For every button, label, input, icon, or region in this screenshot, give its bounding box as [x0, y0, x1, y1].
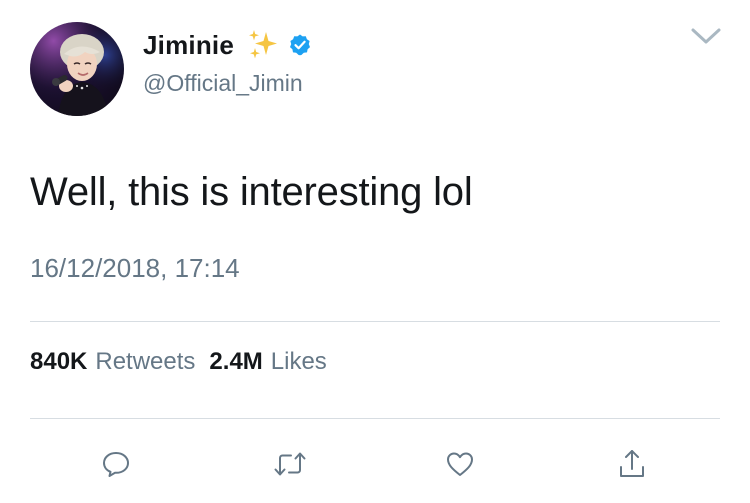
divider [30, 321, 720, 322]
name-row: Jiminie [143, 28, 312, 62]
action-bar [0, 440, 750, 490]
tweet-text: Well, this is interesting lol [30, 170, 473, 214]
heart-icon [447, 452, 473, 476]
retweets-label: Retweets [95, 348, 196, 375]
retweets-count: 840K [30, 348, 88, 375]
tweet-stats: 840K Retweets 2.4M Likes [30, 348, 327, 376]
verified-badge-icon [290, 34, 310, 56]
share-button[interactable] [612, 444, 652, 484]
user-handle[interactable]: @Official_Jimin [143, 70, 303, 97]
reply-icon [103, 452, 129, 477]
likes-count: 2.4M [209, 348, 263, 375]
avatar[interactable] [30, 22, 124, 116]
avatar-photo [30, 22, 124, 116]
likes-stat[interactable]: 2.4M Likes [209, 348, 326, 376]
retweet-button[interactable] [270, 444, 310, 484]
timestamp[interactable]: 16/12/2018, 17:14 [30, 253, 240, 284]
retweet-icon [274, 452, 306, 476]
share-icon [620, 450, 644, 477]
reply-button[interactable] [96, 444, 136, 484]
sparkles-icon [249, 30, 277, 59]
tweet-card: Jiminie @Official_Jimin Well, this is in… [0, 0, 750, 503]
likes-label: Likes [270, 348, 327, 375]
like-button[interactable] [440, 444, 480, 484]
chevron-down-icon[interactable] [690, 26, 722, 46]
display-name[interactable]: Jiminie [143, 30, 234, 61]
retweets-stat[interactable]: 840K Retweets [30, 348, 195, 376]
divider [30, 418, 720, 419]
